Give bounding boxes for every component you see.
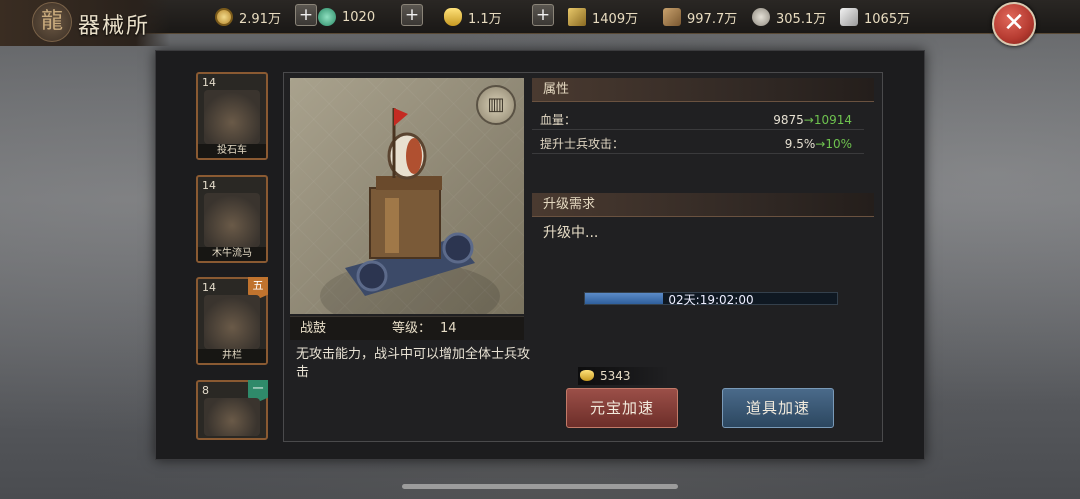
catapult-icon — [204, 90, 260, 144]
jade-icon — [318, 8, 336, 26]
unit-card-siege-tower[interactable]: 14 五 井栏 — [196, 277, 268, 365]
upgrade-progress-bar: 02天:19:02:00 — [584, 292, 838, 307]
unit-level: 14 — [440, 321, 457, 336]
title-area: 龍 器械所 — [0, 0, 170, 46]
close-button[interactable]: ✕ — [992, 2, 1036, 46]
page-title: 器械所 — [78, 14, 151, 39]
item-speedup-button[interactable]: 道具加速 — [722, 388, 834, 428]
add-copper-button[interactable]: + — [295, 4, 317, 26]
ballista-icon — [204, 398, 260, 436]
unit-card-wooden-ox[interactable]: 14 木牛流马 — [196, 175, 268, 263]
add-jade-button[interactable]: + — [401, 4, 423, 26]
home-indicator — [402, 484, 678, 489]
add-gold-button[interactable]: + — [532, 4, 554, 26]
siege-tower-icon — [204, 295, 260, 349]
unit-card-ballista[interactable]: 8 一 — [196, 380, 268, 440]
upgrade-status: 升级中... — [543, 225, 599, 241]
resource-wood: 997.7万 — [663, 7, 737, 27]
resource-stone: 305.1万 — [752, 7, 826, 27]
encyclopedia-book-icon[interactable]: ▥ — [476, 85, 516, 125]
attribute-row-attack: 提升士兵攻击： 9.5%→10% — [532, 134, 864, 154]
resource-copper: 2.91万 — [215, 7, 281, 27]
unit-level-label: 等级： — [392, 321, 432, 336]
resource-gold: 1.1万 — [444, 7, 502, 27]
resource-iron: 1065万 — [840, 7, 910, 27]
stone-icon — [752, 8, 770, 26]
unit-card-catapult[interactable]: 14 投石车 — [196, 72, 268, 160]
unit-name: 战鼓 — [300, 321, 327, 336]
copper-coin-icon — [215, 8, 233, 26]
gold-ingot-icon — [444, 8, 462, 26]
unit-description: 无攻击能力，战斗中可以增加全体士兵攻击 — [296, 347, 531, 380]
unit-info-bar: 战鼓 等级： 14 — [290, 316, 524, 340]
wood-icon — [663, 8, 681, 26]
resource-grain: 1409万 — [568, 7, 638, 27]
resource-jade: 1020 — [318, 7, 375, 27]
upgrade-header: 升级需求 — [532, 193, 874, 217]
grain-icon — [568, 8, 586, 26]
wooden-ox-icon — [204, 193, 260, 247]
gold-speedup-button[interactable]: 元宝加速 — [566, 388, 678, 428]
upgrade-timer: 02天:19:02:00 — [668, 293, 754, 307]
attribute-row-hp: 血量： 9875→10914 — [532, 110, 864, 130]
dragon-emblem-icon: 龍 — [32, 2, 72, 42]
gold-ingot-icon — [580, 370, 594, 381]
iron-icon — [840, 8, 858, 26]
speedup-cost: 5343 — [578, 367, 670, 385]
attributes-header: 属性 — [532, 78, 874, 102]
